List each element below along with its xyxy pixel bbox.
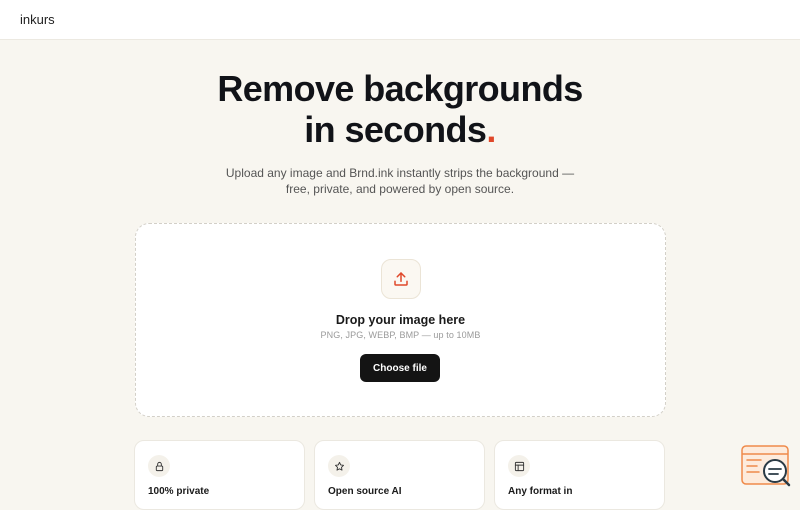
help-widget-icon (741, 445, 791, 487)
hero-title-line-1: Remove backgrounds (217, 68, 583, 109)
upload-icon (394, 272, 408, 286)
star-icon (334, 461, 344, 471)
dropzone-hint: PNG, JPG, WEBP, BMP — up to 10MB (320, 330, 481, 340)
dropzone-title: Drop your image here (335, 313, 466, 327)
hero-subtitle-line-2: free, private, and powered by open sourc… (285, 182, 515, 196)
hero-subtitle: Upload any image and Brnd.ink instantly … (0, 165, 800, 197)
accent-dot: . (486, 109, 496, 150)
hero-title-line-2-text: in seconds (304, 109, 487, 150)
hero-subtitle-line-1: Upload any image and Brnd.ink instantly … (225, 166, 575, 180)
star-icon-wrap (328, 455, 350, 477)
choose-file-button[interactable]: Choose file (360, 354, 440, 382)
feature-title: Any format in (508, 486, 573, 497)
lock-icon-wrap (148, 455, 170, 477)
top-bar: inkurs (0, 0, 800, 40)
brand-logo[interactable]: inkurs (20, 12, 55, 27)
hero-title: Remove backgrounds in seconds. (0, 68, 800, 150)
upload-dropzone[interactable]: Drop your image here PNG, JPG, WEBP, BMP… (135, 223, 666, 417)
feature-title: 100% private (148, 486, 210, 497)
layout-icon (514, 461, 524, 471)
feature-title: Open source AI (328, 486, 402, 497)
lock-icon (155, 461, 163, 471)
hero-title-line-2: in seconds. (0, 109, 800, 150)
upload-icon-tile (381, 259, 421, 299)
layout-icon-wrap (508, 455, 530, 477)
help-widget[interactable] (741, 444, 791, 490)
